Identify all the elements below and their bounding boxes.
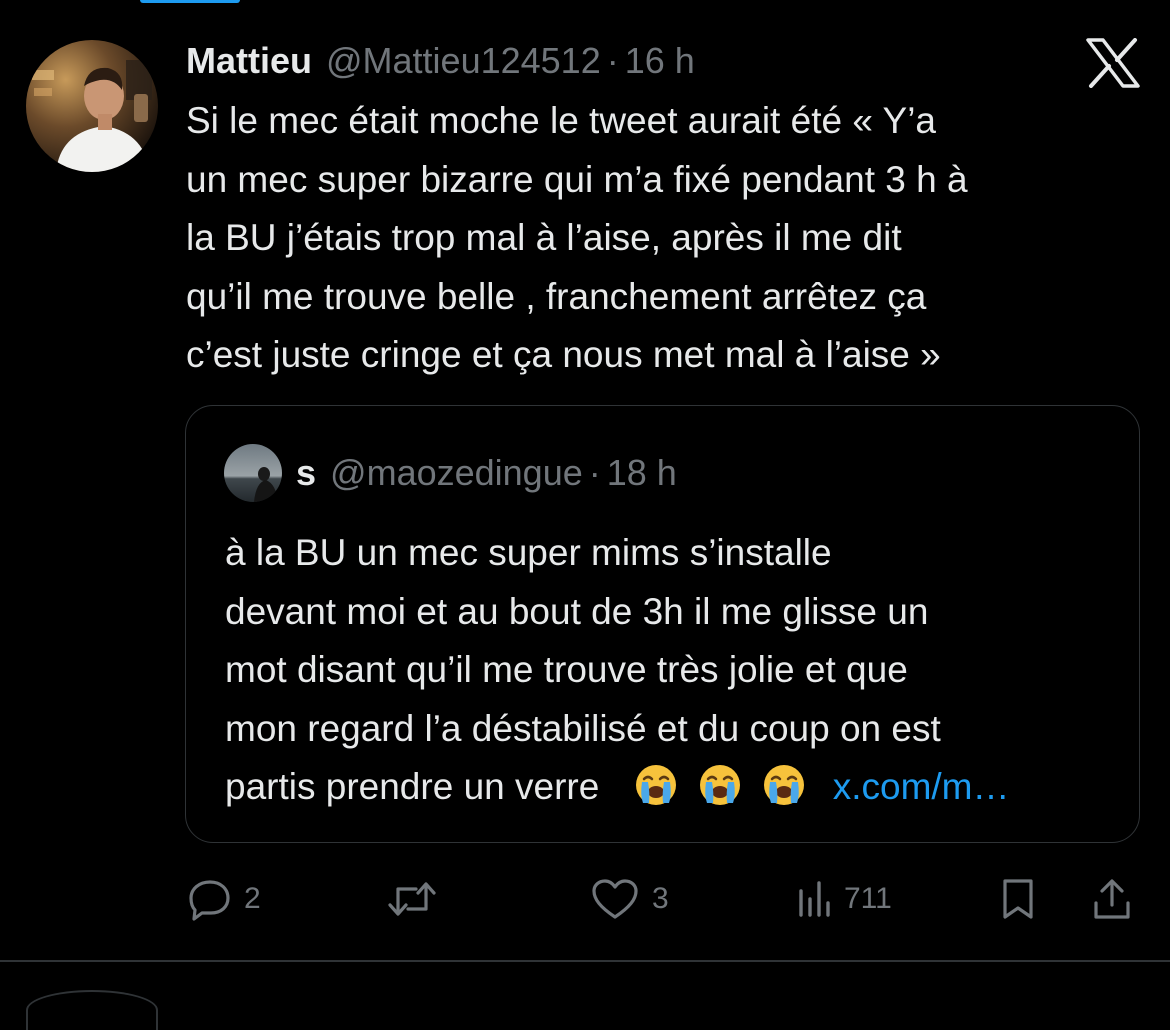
tweet-text-line: un mec super bizarre qui m’a fixé pendan…: [186, 158, 968, 200]
next-tweet-avatar: [26, 990, 158, 1030]
quoted-text-line: à la BU un mec super mims s’installe: [225, 532, 832, 573]
reply-icon: [188, 877, 232, 921]
retweet-button[interactable]: [386, 872, 450, 926]
quoted-link[interactable]: x.com/m…: [833, 766, 1010, 807]
loudly-crying-face-icon: [698, 763, 742, 807]
heart-icon: [590, 877, 640, 921]
tweet-header: Mattieu @Mattieu124512 · 16 h: [186, 38, 695, 84]
share-icon: [1090, 877, 1134, 921]
tweet-time[interactable]: 16 h: [625, 38, 695, 84]
quoted-avatar[interactable]: [224, 444, 282, 502]
quoted-text-line: mot disant qu’il me trouve très jolie et…: [225, 649, 908, 690]
divider: [0, 960, 1170, 962]
tweet-text-line: la BU j’étais trop mal à l’aise, après i…: [186, 217, 902, 258]
share-button[interactable]: [1090, 872, 1134, 926]
author-handle[interactable]: @Mattieu124512: [326, 38, 601, 84]
tweet-text-line: c’est juste cringe et ça nous met mal à …: [186, 334, 941, 375]
quoted-text-line: mon regard l’a déstabilisé et du coup on…: [225, 707, 941, 749]
top-indicator: [140, 0, 240, 3]
quoted-text: à la BU un mec super mims s’installe dev…: [225, 524, 1125, 817]
like-count: 3: [652, 882, 669, 915]
views-chart-icon: [796, 877, 836, 921]
quoted-time[interactable]: 18 h: [607, 450, 677, 496]
reply-button[interactable]: 2: [188, 872, 261, 926]
views-count: 711: [844, 882, 892, 915]
retweet-icon: [386, 877, 438, 921]
author-name[interactable]: Mattieu: [186, 38, 312, 84]
quoted-text-last-line: partis prendre un verre x.com/m…: [225, 758, 1125, 817]
loudly-crying-face-icon: [634, 763, 678, 807]
avatar[interactable]: [26, 40, 158, 172]
views-button[interactable]: 711: [796, 872, 892, 926]
loudly-crying-face-icon: [762, 763, 806, 807]
separator-dot: ·: [606, 40, 619, 81]
tweet-text-line: qu’il me trouve belle , franchement arrê…: [186, 275, 927, 317]
separator-dot: ·: [588, 452, 601, 493]
quoted-text-line: partis prendre un verre: [225, 766, 600, 807]
action-bar: 2 3 711: [0, 864, 1170, 934]
quoted-author-handle[interactable]: @maozedingue: [330, 450, 583, 496]
quoted-header: s @maozedingue · 18 h: [296, 450, 677, 496]
tweet-text-line: Si le mec était moche le tweet aurait ét…: [186, 100, 936, 141]
tweet-text: Si le mec était moche le tweet aurait ét…: [186, 92, 1136, 385]
reply-count: 2: [244, 882, 261, 915]
quoted-tweet[interactable]: s @maozedingue · 18 h à la BU un mec sup…: [185, 405, 1140, 843]
like-button[interactable]: 3: [590, 872, 669, 926]
quoted-author-name[interactable]: s: [296, 450, 316, 496]
bookmark-button[interactable]: [996, 872, 1040, 926]
bookmark-icon: [996, 877, 1040, 921]
x-logo-icon[interactable]: [1086, 38, 1140, 88]
quoted-text-line: devant moi et au bout de 3h il me glisse…: [225, 590, 929, 632]
